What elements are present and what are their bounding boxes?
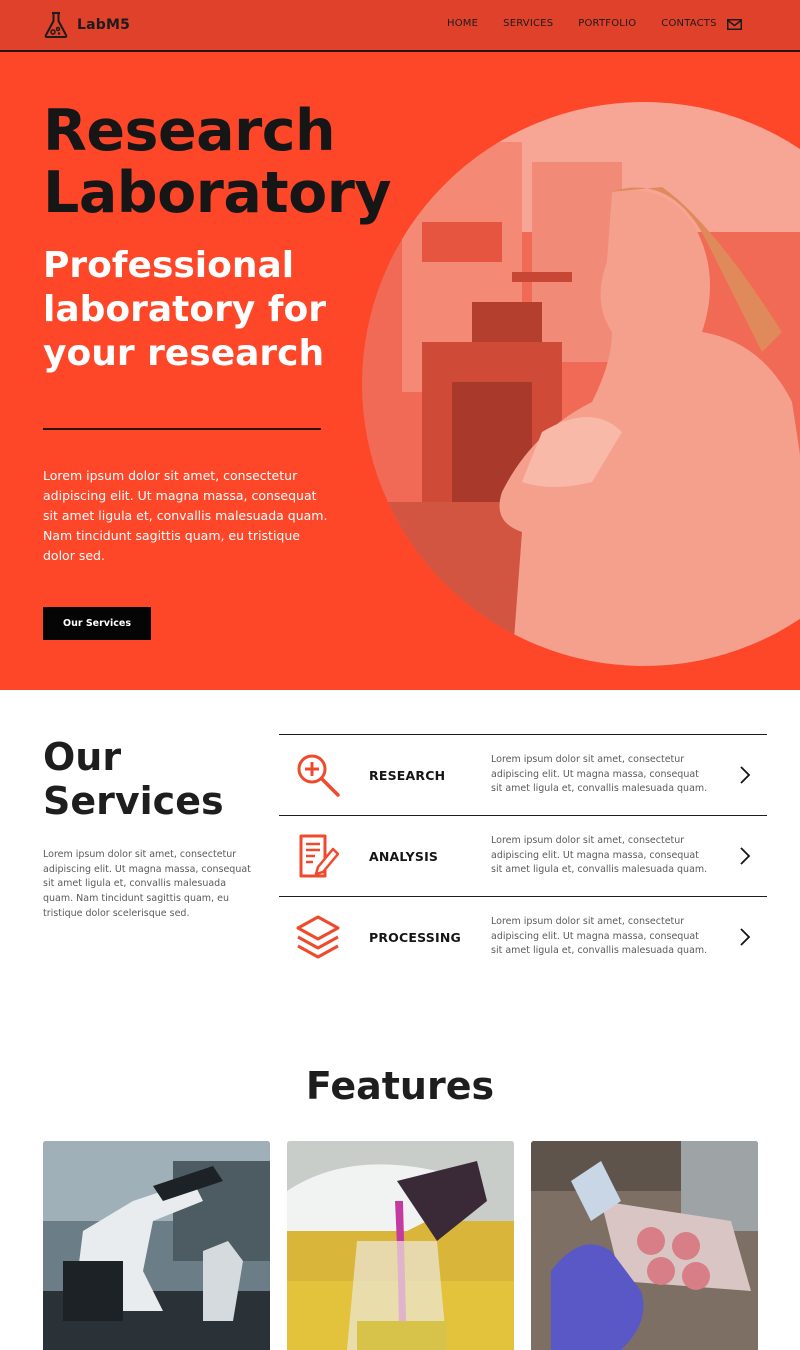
hero-section: Research Laboratory Professional laborat…: [0, 52, 800, 690]
feature-image-chemistry[interactable]: [287, 1141, 514, 1350]
services-description: Lorem ipsum dolor sit amet, consectetur …: [43, 849, 251, 919]
chevron-right-icon[interactable]: [739, 846, 751, 866]
service-name: PROCESSING: [369, 930, 461, 945]
services-list: RESEARCH Lorem ipsum dolor sit amet, con…: [279, 734, 767, 977]
mail-icon[interactable]: [727, 19, 742, 30]
hero-divider: [43, 428, 321, 430]
main-menu: HOME SERVICES PORTFOLIO CONTACTS: [447, 18, 742, 29]
hero-title-line-2: Laboratory: [43, 160, 392, 226]
services-title-line-2: Services: [43, 779, 224, 823]
our-services-button[interactable]: Our Services: [43, 607, 151, 640]
nav-portfolio-link[interactable]: PORTFOLIO: [578, 18, 636, 29]
services-title-line-1: Our: [43, 735, 122, 779]
chevron-right-icon[interactable]: [739, 927, 751, 947]
document-edit-icon: [299, 834, 340, 878]
brand-name: LabM5: [77, 17, 131, 33]
magnifier-plus-icon: [297, 754, 340, 797]
services-title: Our Services: [43, 735, 224, 823]
service-row-analysis[interactable]: ANALYSIS Lorem ipsum dolor sit amet, con…: [279, 815, 767, 896]
layers-icon: [296, 915, 340, 959]
feature-image-samples[interactable]: [531, 1141, 758, 1350]
hero-description: Lorem ipsum dolor sit amet, consectetur …: [43, 468, 328, 563]
hero-title-line-1: Research: [43, 98, 336, 164]
nav-services-link[interactable]: SERVICES: [503, 18, 553, 29]
top-navbar: LabM5 HOME SERVICES PORTFOLIO CONTACTS: [0, 0, 800, 52]
features-title: Features: [305, 1064, 495, 1108]
hero-title: Research Laboratory: [43, 98, 392, 226]
hero-subtitle: Professional laboratory for your researc…: [43, 245, 327, 374]
service-name: RESEARCH: [369, 768, 446, 783]
service-description: Lorem ipsum dolor sit amet, consectetur …: [491, 754, 708, 795]
nav-contacts-link[interactable]: CONTACTS: [661, 18, 716, 29]
service-row-research[interactable]: RESEARCH Lorem ipsum dolor sit amet, con…: [279, 734, 767, 815]
flask-icon: [44, 12, 68, 38]
service-row-processing[interactable]: PROCESSING Lorem ipsum dolor sit amet, c…: [279, 896, 767, 977]
nav-home-link[interactable]: HOME: [447, 18, 478, 29]
logo[interactable]: LabM5: [43, 11, 130, 39]
hero-image: [362, 102, 800, 666]
service-description: Lorem ipsum dolor sit amet, consectetur …: [491, 916, 708, 957]
chevron-right-icon[interactable]: [739, 765, 751, 785]
service-description: Lorem ipsum dolor sit amet, consectetur …: [491, 835, 708, 876]
feature-image-microscopes[interactable]: [43, 1141, 270, 1350]
service-name: ANALYSIS: [369, 849, 439, 864]
